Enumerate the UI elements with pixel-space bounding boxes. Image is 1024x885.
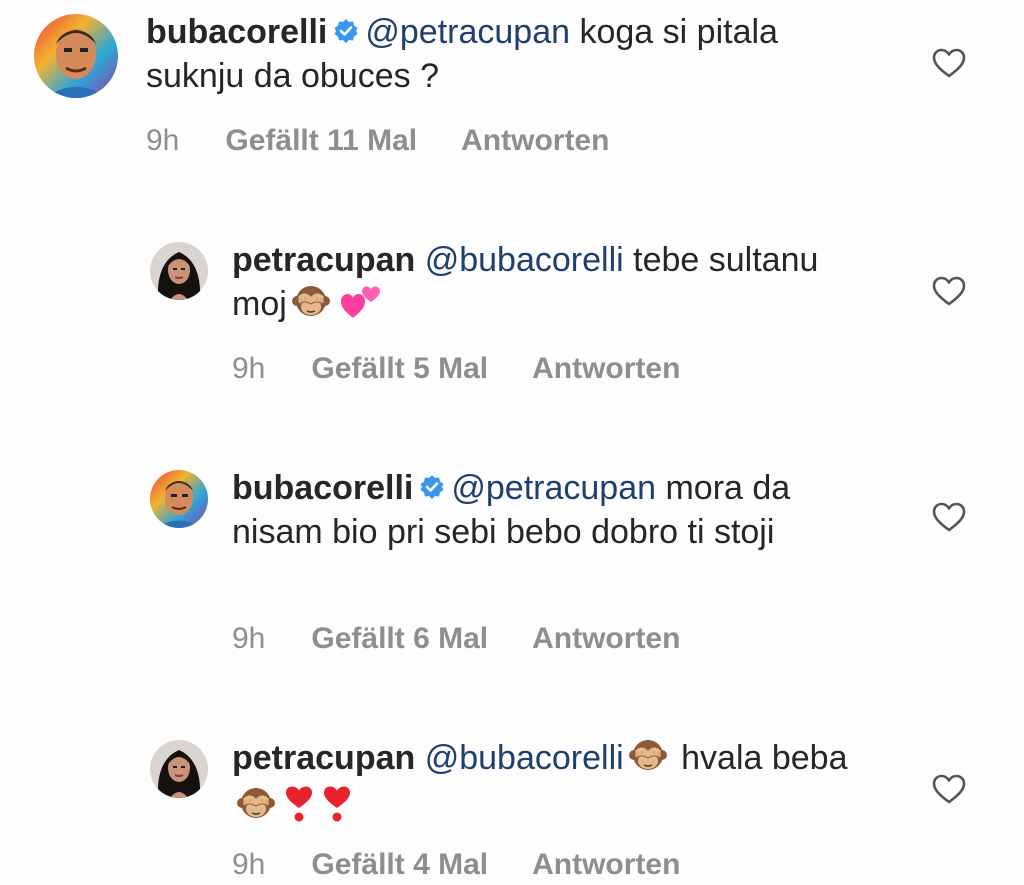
comment-body: hvala <box>681 739 763 777</box>
comment-text: petracupan @bubacorelli tebe sultanu moj <box>232 238 872 330</box>
see-no-evil-monkey-emoji-icon <box>628 736 668 776</box>
timestamp: 9h <box>232 352 266 385</box>
mention-link[interactable]: @bubacorelli <box>425 241 624 279</box>
username[interactable]: petracupan <box>232 739 415 777</box>
see-no-evil-monkey-emoji-icon <box>291 282 331 322</box>
reply-button[interactable]: Antworten <box>461 124 609 157</box>
exclamation-heart-emoji-icon <box>322 784 352 824</box>
reply-button[interactable]: Antworten <box>532 848 680 881</box>
mention-link[interactable]: @petracupan <box>451 469 656 507</box>
avatar-woman-portrait-image <box>150 740 208 798</box>
avatar[interactable] <box>150 740 208 798</box>
timestamp: 9h <box>232 848 266 881</box>
mention-link[interactable]: @bubacorelli <box>425 739 624 777</box>
comment-body-2: beba <box>771 739 848 777</box>
verified-badge-icon <box>333 18 359 44</box>
likes-count[interactable]: Gefällt 4 Mal <box>311 848 488 881</box>
avatar-colorful-portrait-image <box>34 14 118 98</box>
comment-meta: 9h Gefällt 4 Mal Antworten <box>232 848 724 882</box>
avatar-woman-portrait-image <box>150 242 208 300</box>
avatar[interactable] <box>150 242 208 300</box>
likes-count[interactable]: Gefällt 6 Mal <box>311 622 488 655</box>
mention-link[interactable]: @petracupan <box>365 13 570 51</box>
like-heart-icon[interactable] <box>932 774 966 804</box>
likes-count[interactable]: Gefällt 5 Mal <box>311 352 488 385</box>
timestamp: 9h <box>146 124 180 157</box>
see-no-evil-monkey-emoji-icon <box>236 784 276 824</box>
comment-meta: 9h Gefällt 11 Mal Antworten <box>146 124 653 158</box>
like-heart-icon[interactable] <box>932 48 966 78</box>
avatar[interactable] <box>34 14 118 98</box>
comment-meta: 9h Gefällt 6 Mal Antworten <box>232 622 724 656</box>
avatar[interactable] <box>150 470 208 528</box>
like-heart-icon[interactable] <box>932 276 966 306</box>
comment-text: bubacorelli @petracupan koga si pitala su… <box>146 10 866 98</box>
username[interactable]: petracupan <box>232 241 415 279</box>
exclamation-heart-emoji-icon <box>284 784 314 824</box>
like-heart-icon[interactable] <box>932 502 966 532</box>
comments-thread: bubacorelli @petracupan koga si pitala su… <box>0 0 1024 885</box>
comment-meta: 9h Gefällt 5 Mal Antworten <box>232 352 724 386</box>
reply-button[interactable]: Antworten <box>532 622 680 655</box>
two-hearts-emoji-icon <box>339 282 383 322</box>
reply-button[interactable]: Antworten <box>532 352 680 385</box>
username[interactable]: bubacorelli <box>232 469 413 507</box>
verified-badge-icon <box>419 474 445 500</box>
username[interactable]: bubacorelli <box>146 13 327 51</box>
comment-text: bubacorelli @petracupan mora da nisam bio… <box>232 466 872 554</box>
timestamp: 9h <box>232 622 266 655</box>
likes-count[interactable]: Gefällt 11 Mal <box>225 124 417 157</box>
comment-text: petracupan @bubacorelli hvala beba <box>232 736 872 832</box>
avatar-colorful-portrait-image <box>150 470 208 528</box>
